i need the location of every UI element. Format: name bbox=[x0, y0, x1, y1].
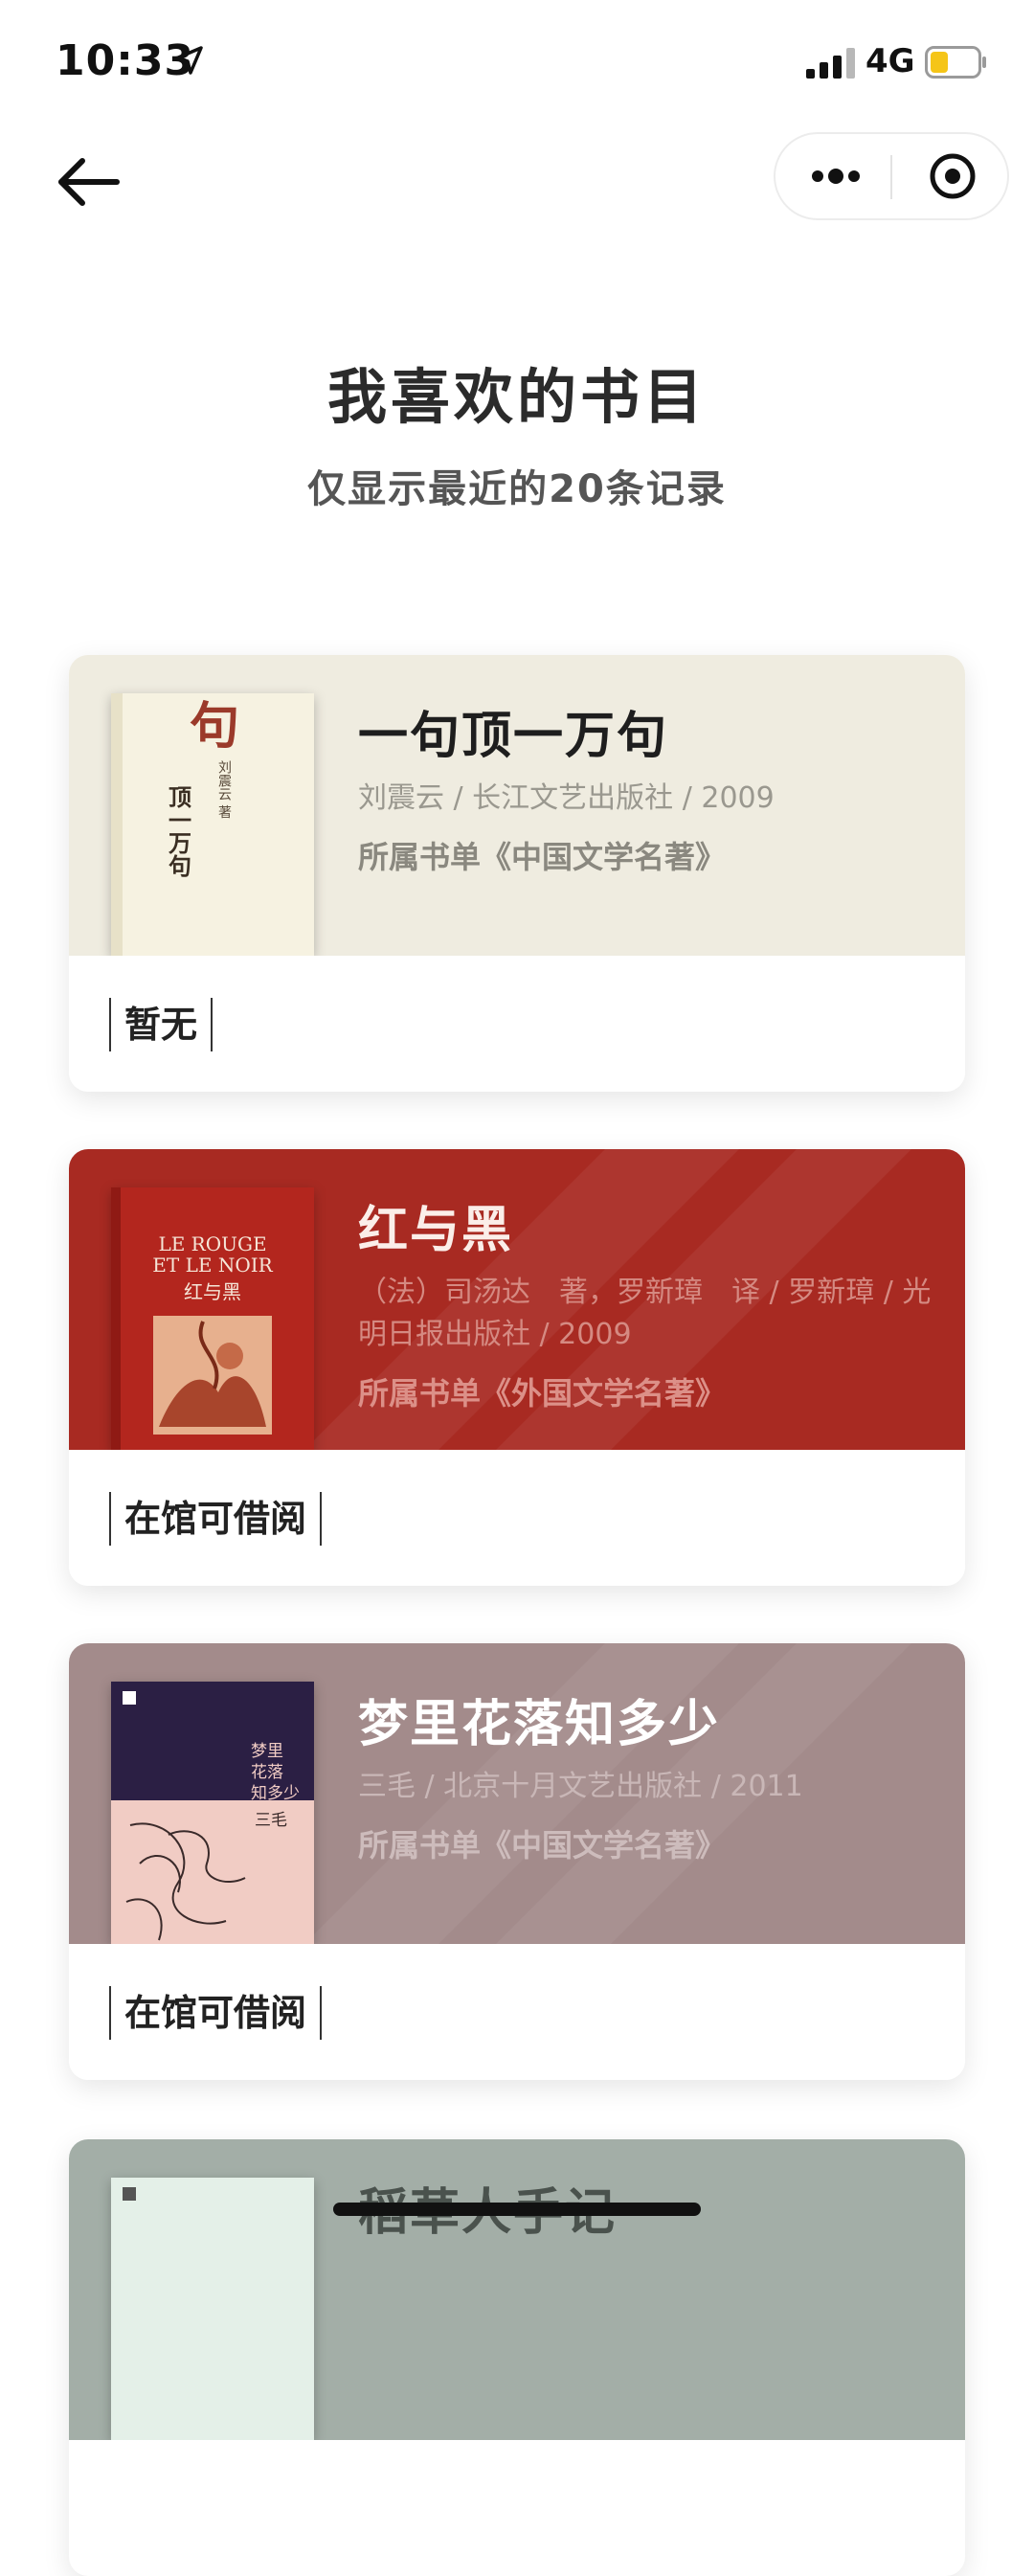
mini-program-capsule bbox=[774, 132, 1009, 220]
book-card-header: 句 顶一万句 刘震云 著 一句顶一万句 刘震云 / 长江文艺出版社 / 2009… bbox=[69, 655, 965, 956]
book-title: 一句顶一万句 bbox=[358, 708, 669, 765]
book-card[interactable]: LE ROUGE ET LE NOIR 红与黑 红与黑 （法）司汤达 著，罗新璋… bbox=[69, 1149, 965, 1586]
cover-text: ET LE NOIR bbox=[152, 1254, 273, 1277]
book-cover: 梦里 花落 知多少 三毛 bbox=[111, 1682, 314, 1944]
page-subtitle: 仅显示最近的20条记录 bbox=[307, 467, 727, 511]
book-card[interactable]: 句 顶一万句 刘震云 著 一句顶一万句 刘震云 / 长江文艺出版社 / 2009… bbox=[69, 655, 965, 1092]
page-title: 我喜欢的书目 bbox=[326, 362, 707, 432]
cover-text: 刘震云 著 bbox=[216, 760, 232, 819]
capsule-divider bbox=[890, 155, 892, 199]
book-list-label: 所属书单《外国文学名著》 bbox=[358, 1375, 727, 1412]
back-button[interactable] bbox=[54, 151, 123, 213]
book-meta: 刘震云 / 长江文艺出版社 / 2009 bbox=[358, 781, 775, 815]
cover-text: 句 bbox=[190, 697, 239, 756]
book-card-header: LE ROUGE ET LE NOIR 红与黑 红与黑 （法）司汤达 著，罗新璋… bbox=[69, 1149, 965, 1450]
signal-bars-icon bbox=[806, 48, 855, 79]
cover-text: 顶一万句 bbox=[165, 785, 192, 878]
book-title: 梦里花落知多少 bbox=[358, 1696, 721, 1753]
availability-status: 暂无 bbox=[109, 998, 214, 1051]
target-circle-icon bbox=[930, 153, 976, 199]
cover-text: LE ROUGE bbox=[158, 1232, 266, 1255]
availability-status: 在馆可借阅 bbox=[109, 1986, 323, 2040]
cover-text: 梦里 bbox=[251, 1742, 283, 1761]
network-label: 4G bbox=[865, 42, 915, 80]
battery-icon bbox=[925, 46, 986, 79]
book-card-footer: 在馆可借阅 bbox=[69, 1944, 965, 2080]
arrow-left-icon bbox=[58, 158, 120, 206]
more-dots-icon bbox=[812, 169, 860, 184]
book-title: 红与黑 bbox=[358, 1202, 514, 1259]
book-card-header: 梦里 花落 知多少 三毛 梦里花落知多少 三毛 / 北京十月文艺出版社 / 20… bbox=[69, 1643, 965, 1944]
book-cover: 句 顶一万句 刘震云 著 bbox=[111, 693, 314, 956]
status-bar: 10:33 4G bbox=[0, 0, 1034, 124]
cover-text: 红与黑 bbox=[184, 1280, 241, 1303]
home-indicator bbox=[333, 2203, 701, 2216]
more-button[interactable] bbox=[793, 147, 879, 205]
book-card[interactable]: 梦里 花落 知多少 三毛 梦里花落知多少 三毛 / 北京十月文艺出版社 / 20… bbox=[69, 1643, 965, 2080]
cover-text: 三毛 bbox=[255, 1811, 287, 1830]
book-card-footer: 暂无 bbox=[69, 956, 965, 1092]
book-meta: （法）司汤达 著，罗新璋 译 / 罗新璋 / 光明日报出版社 / 2009 bbox=[358, 1276, 932, 1351]
book-cover bbox=[111, 2178, 314, 2440]
book-list-label: 所属书单《中国文学名著》 bbox=[358, 1827, 727, 1864]
book-card-header: 稻草人手记 bbox=[69, 2139, 965, 2440]
book-list-label: 所属书单《中国文学名著》 bbox=[358, 839, 727, 875]
close-button[interactable] bbox=[910, 147, 996, 205]
location-arrow-icon bbox=[174, 46, 203, 75]
book-meta: 三毛 / 北京十月文艺出版社 / 2011 bbox=[358, 1770, 803, 1803]
book-cover: LE ROUGE ET LE NOIR 红与黑 bbox=[111, 1187, 314, 1450]
cover-text: 知多少 bbox=[251, 1784, 300, 1803]
book-card-footer: 在馆可借阅 bbox=[69, 1450, 965, 1586]
availability-status: 在馆可借阅 bbox=[109, 1492, 323, 1546]
cover-text: 花落 bbox=[251, 1763, 283, 1782]
